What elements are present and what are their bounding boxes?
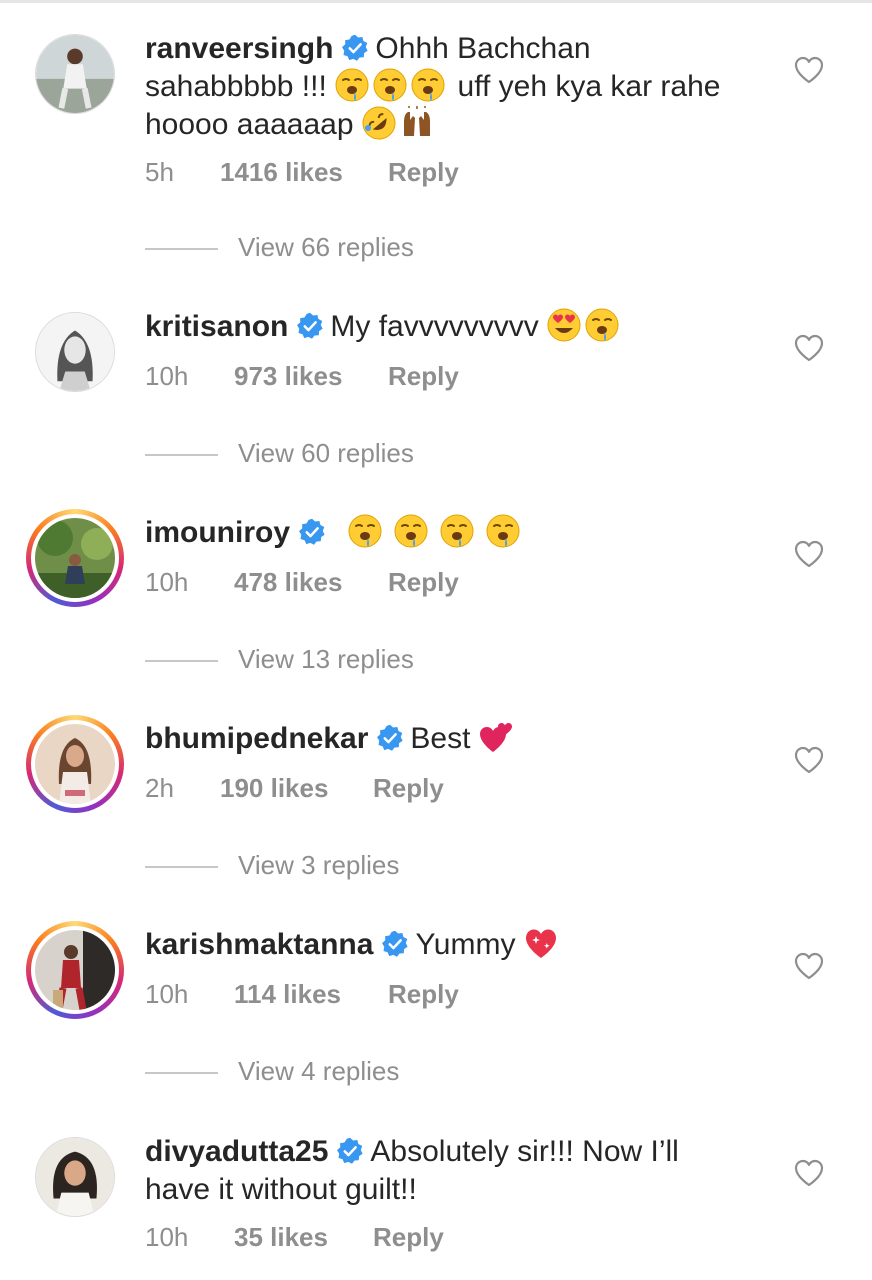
comment-body: Absolutely sir!!! Now I’ll [370, 1135, 679, 1168]
username[interactable]: kritisanon [145, 310, 288, 343]
verified-badge-icon [298, 518, 326, 546]
drooling-face-icon [348, 514, 382, 548]
verified-badge-icon [336, 1137, 364, 1165]
likes-count[interactable]: 478 likes [234, 567, 388, 598]
comment-text: imouniroy [145, 514, 765, 552]
like-heart-icon[interactable] [794, 334, 824, 362]
comment-body-line3: hoooo aaaaaap [145, 108, 354, 141]
comment-body-line2b: uff yeh kya kar rahe [457, 70, 721, 103]
top-divider [0, 0, 872, 3]
view-replies-button[interactable]: View 4 replies [145, 1056, 399, 1087]
avatar[interactable] [26, 715, 124, 813]
timestamp: 10h [145, 567, 189, 597]
likes-count[interactable]: 35 likes [234, 1222, 373, 1253]
view-replies-button[interactable]: View 66 replies [145, 232, 414, 263]
timestamp: 2h [145, 773, 174, 803]
comment-meta: 2h 190 likes Reply [145, 773, 444, 804]
username[interactable]: imouniroy [145, 516, 290, 549]
avatar[interactable] [26, 921, 124, 1019]
reply-button[interactable]: Reply [388, 157, 459, 188]
drooling-face-icon [585, 308, 619, 342]
replies-divider [145, 866, 218, 869]
verified-badge-icon [341, 34, 369, 62]
comment-text: karishmaktanna Yummy [145, 926, 765, 964]
avatar[interactable] [35, 312, 115, 392]
comment-body: My favvvvvvvvv [330, 310, 539, 343]
replies-divider [145, 1072, 218, 1075]
rolling-laughing-face-icon [362, 106, 396, 140]
avatar[interactable] [35, 1137, 115, 1217]
comment-text: kritisanon My favvvvvvvvv [145, 308, 765, 346]
comment-body-line2a: sahabbbbb !!! [145, 70, 327, 103]
view-replies-label[interactable]: View 66 replies [238, 232, 414, 262]
verified-badge-icon [381, 930, 409, 958]
like-heart-icon[interactable] [794, 56, 824, 84]
like-heart-icon[interactable] [794, 1159, 824, 1187]
comment-meta: 10h 478 likes Reply [145, 567, 459, 598]
view-replies-button[interactable]: View 3 replies [145, 850, 399, 881]
drooling-face-icon [335, 68, 369, 102]
sparkling-heart-icon [524, 926, 558, 960]
comment-body: Yummy [415, 928, 516, 961]
drooling-face-icon [373, 68, 407, 102]
drooling-face-icon [411, 68, 445, 102]
reply-button[interactable]: Reply [388, 361, 459, 392]
reply-button[interactable]: Reply [373, 773, 444, 804]
view-replies-button[interactable]: View 60 replies [145, 438, 414, 469]
two-hearts-icon [479, 720, 513, 754]
timestamp: 10h [145, 979, 189, 1009]
view-replies-label[interactable]: View 13 replies [238, 644, 414, 674]
likes-count[interactable]: 973 likes [234, 361, 388, 392]
view-replies-label[interactable]: View 4 replies [238, 1056, 399, 1086]
heart-eyes-face-icon [547, 308, 581, 342]
view-replies-button[interactable]: View 13 replies [145, 644, 414, 675]
username[interactable]: bhumipednekar [145, 722, 368, 755]
comment-body-line2: have it without guilt!! [145, 1173, 417, 1206]
reply-button[interactable]: Reply [388, 979, 459, 1010]
replies-divider [145, 454, 218, 457]
comment-body: Best [410, 722, 471, 755]
username[interactable]: karishmaktanna [145, 928, 373, 961]
comment-text: ranveersingh Ohhh Bachchan sahabbbbb !!! … [145, 30, 765, 144]
drooling-face-icon [440, 514, 474, 548]
likes-count[interactable]: 114 likes [234, 979, 388, 1010]
username[interactable]: divyadutta25 [145, 1135, 328, 1168]
comment-text: bhumipednekar Best [145, 720, 765, 758]
timestamp: 5h [145, 157, 174, 187]
like-heart-icon[interactable] [794, 952, 824, 980]
replies-divider [145, 248, 218, 251]
reply-button[interactable]: Reply [388, 567, 459, 598]
view-replies-label[interactable]: View 3 replies [238, 850, 399, 880]
timestamp: 10h [145, 361, 189, 391]
timestamp: 10h [145, 1222, 189, 1252]
likes-count[interactable]: 190 likes [220, 773, 373, 804]
verified-badge-icon [296, 312, 324, 340]
comment-text: divyadutta25 Absolutely sir!!! Now I’ll h… [145, 1133, 765, 1209]
drooling-face-icon [486, 514, 520, 548]
drooling-face-icon [394, 514, 428, 548]
replies-divider [145, 660, 218, 663]
likes-count[interactable]: 1416 likes [220, 157, 388, 188]
like-heart-icon[interactable] [794, 540, 824, 568]
verified-badge-icon [376, 724, 404, 752]
comment-meta: 10h 973 likes Reply [145, 361, 459, 392]
view-replies-label[interactable]: View 60 replies [238, 438, 414, 468]
username[interactable]: ranveersingh [145, 32, 333, 65]
like-heart-icon[interactable] [794, 746, 824, 774]
comment-meta: 10h 35 likes Reply [145, 1222, 444, 1253]
comment-body: Ohhh Bachchan [375, 32, 591, 65]
avatar[interactable] [35, 34, 115, 114]
reply-button[interactable]: Reply [373, 1222, 444, 1253]
comment-meta: 10h 114 likes Reply [145, 979, 459, 1010]
comment-meta: 5h 1416 likes Reply [145, 157, 459, 188]
avatar[interactable] [26, 509, 124, 607]
raising-hands-icon [400, 106, 434, 140]
